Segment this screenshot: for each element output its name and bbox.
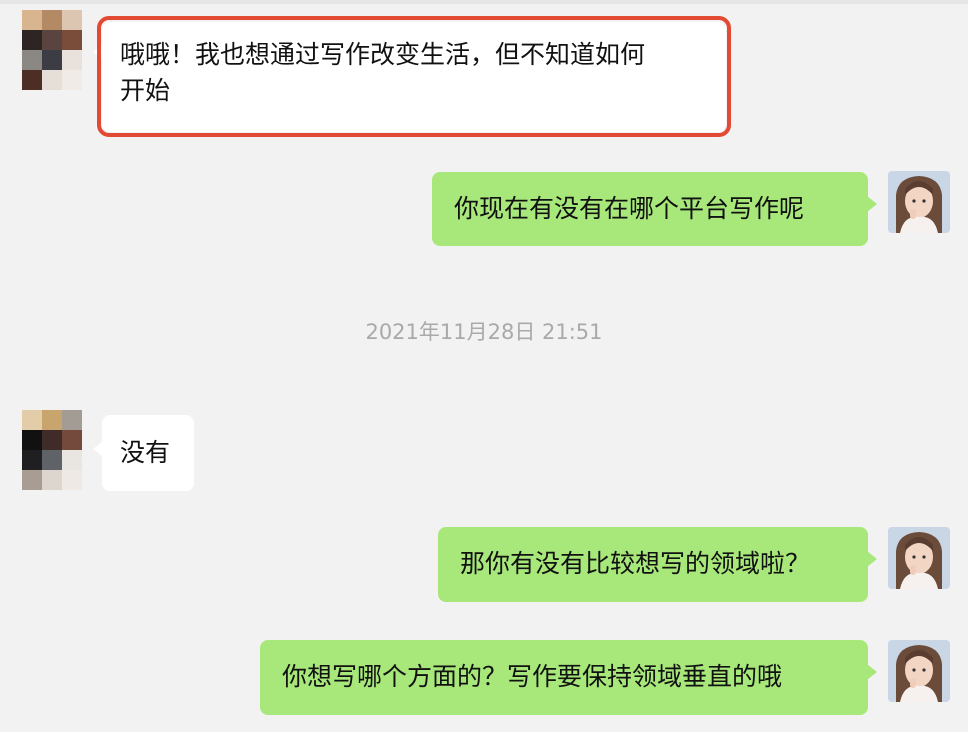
message-text: 没有	[120, 438, 171, 467]
highlight-frame	[97, 16, 731, 137]
message-bubble-outgoing[interactable]: 你现在有没有在哪个平台写作呢	[432, 172, 877, 246]
contact-avatar[interactable]	[22, 10, 84, 90]
top-divider	[0, 0, 968, 4]
self-avatar[interactable]	[888, 640, 950, 702]
girl-photo-avatar-icon	[888, 640, 950, 702]
pixelated-avatar-icon	[22, 410, 82, 490]
message-bubble-incoming[interactable]: 没有	[93, 415, 194, 491]
message-text: 你现在有没有在哪个平台写作呢	[454, 194, 805, 223]
message-bubble-outgoing[interactable]: 你想写哪个方面的？写作要保持领域垂直的哦	[260, 640, 877, 715]
timestamp: 2021年11月28日 21:51	[365, 320, 603, 344]
girl-photo-avatar-icon	[888, 527, 950, 589]
self-avatar[interactable]	[888, 527, 950, 589]
pixelated-avatar-icon	[22, 10, 82, 90]
message-text: 那你有没有比较想写的领域啦？	[460, 549, 811, 578]
girl-photo-avatar-icon	[888, 171, 950, 233]
message-bubble-outgoing[interactable]: 那你有没有比较想写的领域啦？	[438, 527, 877, 602]
self-avatar[interactable]	[888, 171, 950, 233]
message-text: 你想写哪个方面的？写作要保持领域垂直的哦	[282, 662, 783, 691]
contact-avatar[interactable]	[22, 410, 84, 490]
